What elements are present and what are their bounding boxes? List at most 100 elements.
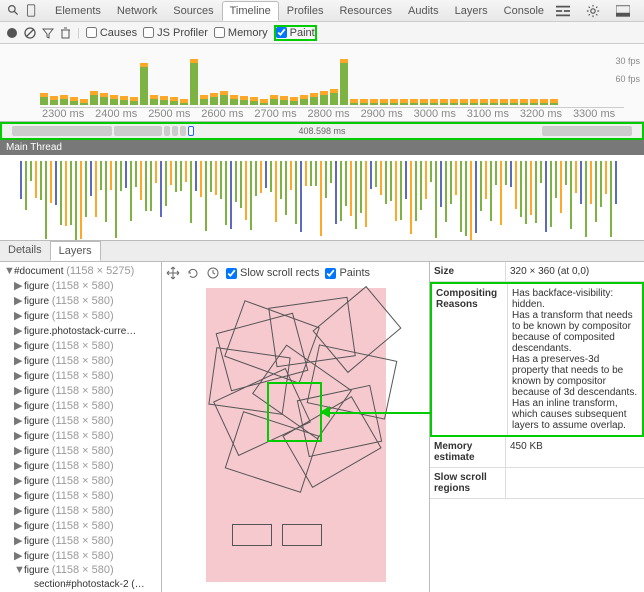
frame-bar	[500, 99, 508, 105]
frame-bar	[450, 99, 458, 105]
tab-sources[interactable]: Sources	[165, 1, 221, 21]
frame-bar	[300, 95, 308, 105]
annotation-arrow	[322, 412, 430, 414]
tree-row[interactable]: ▶figure (1158 × 580)	[0, 518, 161, 533]
tree-row[interactable]: ▶figure (1158 × 580)	[0, 338, 161, 353]
frame-bar	[550, 99, 558, 105]
layer-canvas[interactable]: Slow scroll rects Paints	[162, 262, 430, 592]
tree-row[interactable]: ▶figure (1158 × 580)	[0, 293, 161, 308]
frame-bar	[260, 99, 268, 105]
tree-row[interactable]: ▶figure (1158 × 580)	[0, 428, 161, 443]
frame-bar	[520, 99, 528, 105]
frame-bar	[350, 99, 358, 105]
frame-bar	[330, 89, 338, 105]
frame-bar	[130, 97, 138, 105]
frame-bar	[80, 99, 88, 105]
frame-bar	[190, 59, 198, 105]
frame-bar	[360, 99, 368, 105]
frame-bar	[200, 95, 208, 105]
tree-row[interactable]: ▶figure (1158 × 580)	[0, 458, 161, 473]
tab-resources[interactable]: Resources	[331, 1, 400, 21]
tab-audits[interactable]: Audits	[400, 1, 447, 21]
paint-checkbox[interactable]: Paint	[274, 25, 317, 41]
tree-row[interactable]: ▶figure.photostack-curre…	[0, 323, 161, 338]
tree-row[interactable]: ▶figure (1158 × 580)	[0, 533, 161, 548]
frame-bar	[250, 97, 258, 105]
frame-bar	[530, 99, 538, 105]
timeline-overview[interactable]: 30 fps 60 fps 2300 ms2400 ms2500 ms2600 …	[0, 44, 644, 122]
frame-bar	[70, 97, 78, 105]
frame-bar	[480, 99, 488, 105]
gear-icon[interactable]	[584, 2, 602, 20]
tab-details[interactable]: Details	[0, 241, 50, 261]
frame-bar	[120, 96, 128, 105]
frame-bar	[400, 99, 408, 105]
memory-checkbox[interactable]: Memory	[214, 27, 268, 39]
tree-row[interactable]: ▶figure (1158 × 580)	[0, 473, 161, 488]
overview-duration: 408.598 ms	[298, 126, 345, 136]
tree-row[interactable]: ▶figure (1158 × 580)	[0, 383, 161, 398]
tree-row[interactable]: ▶figure (1158 × 580)	[0, 488, 161, 503]
tab-timeline[interactable]: Timeline	[222, 1, 279, 21]
tree-row[interactable]: ▼figure (1158 × 580)	[0, 563, 161, 577]
tree-row[interactable]: ▶figure (1158 × 580)	[0, 443, 161, 458]
tree-row[interactable]: ▶figure (1158 × 580)	[0, 548, 161, 563]
drawer-icon[interactable]	[554, 2, 572, 20]
tree-row[interactable]: ▶figure (1158 × 580)	[0, 353, 161, 368]
frame-bar	[100, 93, 108, 105]
frame-bar	[280, 96, 288, 105]
prop-size: Size320 × 360 (at 0,0)	[430, 262, 644, 282]
prop-slow-scroll: Slow scroll regions	[430, 468, 644, 499]
timeline-toolbar: | Causes JS Profiler Memory Paint	[0, 22, 644, 44]
filter-icon[interactable]	[42, 27, 54, 39]
frame-bar	[490, 99, 498, 105]
tree-row[interactable]: ▶figure (1158 × 580)	[0, 308, 161, 323]
prop-compositing-reasons: Compositing ReasonsHas backface-visibili…	[430, 282, 644, 437]
paints-checkbox[interactable]: Paints	[325, 267, 370, 279]
tree-row[interactable]: ▶figure (1158 × 580)	[0, 278, 161, 293]
flame-chart[interactable]	[0, 155, 644, 241]
thread-header: Main Thread	[0, 140, 644, 155]
tab-layers[interactable]: Layers	[447, 1, 496, 21]
layer-tree[interactable]: ▼#document (1158 × 5275)▶figure (1158 × …	[0, 262, 162, 592]
frame-bar	[290, 97, 298, 105]
frame-bar	[340, 59, 348, 105]
rotate-icon[interactable]	[186, 266, 200, 280]
details-tabs: Details Layers	[0, 241, 644, 262]
jsprofiler-checkbox[interactable]: JS Profiler	[143, 27, 208, 39]
frame-bar	[320, 91, 328, 105]
frame-bar	[540, 99, 548, 105]
pan-icon[interactable]	[166, 266, 180, 280]
search-icon[interactable]	[6, 2, 21, 20]
frame-bar	[240, 96, 248, 105]
tree-row[interactable]: ▶figure (1158 × 580)	[0, 413, 161, 428]
tree-row[interactable]: ▶figure (1158 × 580)	[0, 503, 161, 518]
tree-row[interactable]: ▶figure (1158 × 580)	[0, 398, 161, 413]
device-icon[interactable]	[25, 2, 40, 20]
causes-checkbox[interactable]: Causes	[86, 27, 137, 39]
overview-ruler[interactable]: 408.598 ms	[0, 122, 644, 140]
clear-icon[interactable]	[24, 27, 36, 39]
slow-rects-checkbox[interactable]: Slow scroll rects	[226, 267, 319, 279]
tab-network[interactable]: Network	[109, 1, 165, 21]
frame-bar	[60, 95, 68, 105]
tree-row[interactable]: ▶figure (1158 × 580)	[0, 368, 161, 383]
frame-bar	[140, 63, 148, 105]
frame-bar	[370, 99, 378, 105]
record-icon[interactable]	[6, 27, 18, 39]
reset-icon[interactable]	[206, 266, 220, 280]
frame-bar	[180, 99, 188, 105]
tab-layers[interactable]: Layers	[50, 241, 101, 261]
frame-bar	[210, 93, 218, 105]
tab-console[interactable]: Console	[496, 1, 552, 21]
panel-tabs: ElementsNetworkSourcesTimelineProfilesRe…	[47, 1, 552, 21]
layer-rect	[282, 524, 322, 546]
gc-icon[interactable]	[60, 27, 71, 39]
frame-bar	[270, 95, 278, 105]
tab-elements[interactable]: Elements	[47, 1, 109, 21]
frame-bar	[230, 95, 238, 105]
tree-row[interactable]: ▼#document (1158 × 5275)	[0, 264, 161, 278]
frame-bar	[90, 91, 98, 105]
dock-icon[interactable]	[614, 2, 632, 20]
tab-profiles[interactable]: Profiles	[279, 1, 332, 21]
